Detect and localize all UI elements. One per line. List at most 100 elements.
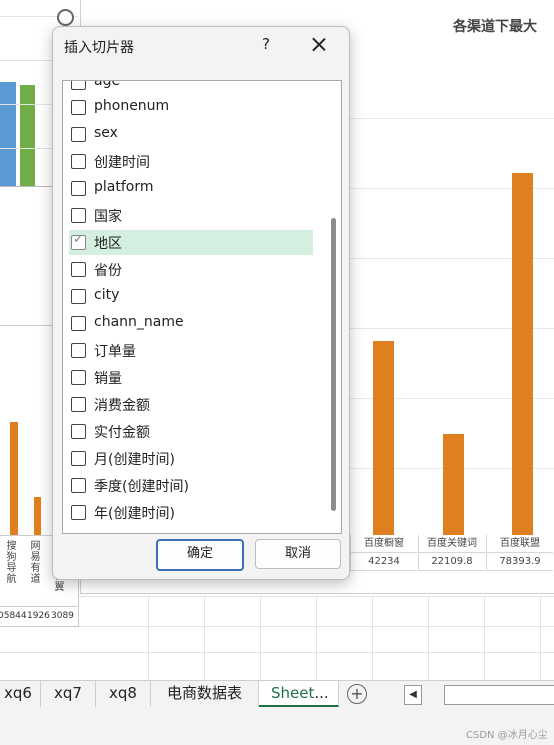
axis-label: 搜狗导航	[4, 540, 15, 584]
cancel-button[interactable]: 取消	[255, 539, 341, 569]
tab-xq7[interactable]: xq7	[41, 681, 96, 707]
checkbox[interactable]	[71, 505, 86, 520]
checkbox[interactable]	[71, 397, 86, 412]
field-item-created-time[interactable]: 创建时间	[69, 149, 313, 174]
checkbox[interactable]	[71, 451, 86, 466]
tab-xq8[interactable]: xq8	[96, 681, 151, 707]
field-item-year[interactable]: 年(创建时间)	[69, 500, 313, 525]
field-item-platform[interactable]: platform	[69, 176, 313, 201]
field-label: 订单量	[94, 344, 136, 360]
chart-bar	[0, 82, 16, 186]
field-label: 创建时间	[94, 155, 150, 171]
field-label: 实付金额	[94, 425, 150, 441]
grid-line	[372, 596, 373, 680]
field-item-sex[interactable]: sex	[69, 122, 313, 147]
tab-ecommerce-data[interactable]: 电商数据表	[151, 681, 259, 707]
checkbox[interactable]	[71, 370, 86, 385]
grid-line	[0, 626, 554, 627]
field-item-city[interactable]: city	[69, 284, 313, 309]
checkbox[interactable]	[71, 208, 86, 223]
axis-label: 网易有道	[28, 540, 39, 584]
field-label: 年(创建时间)	[94, 506, 175, 522]
grid-line	[350, 118, 554, 119]
field-label: 省份	[94, 263, 122, 279]
data-value: 42234	[350, 553, 417, 571]
chart-bar	[34, 497, 41, 535]
field-item-region[interactable]: 地区	[69, 230, 313, 255]
grid-line	[260, 596, 261, 680]
data-value: 78393.9	[486, 553, 553, 571]
checkbox[interactable]	[71, 181, 86, 196]
close-icon[interactable]	[307, 33, 331, 57]
table-line	[0, 606, 78, 607]
field-item-spend-amount[interactable]: 消费金额	[69, 392, 313, 417]
data-value: 3089	[51, 611, 74, 621]
chart-bar	[10, 422, 18, 535]
list-scrollbar[interactable]	[328, 83, 339, 529]
category-label: 百度关键词	[418, 535, 485, 553]
field-item-order-count[interactable]: 订单量	[69, 338, 313, 363]
field-label: 国家	[94, 209, 122, 225]
add-sheet-icon[interactable]: +	[347, 684, 367, 704]
field-label: platform	[94, 179, 154, 195]
field-item-paid-amount[interactable]: 实付金额	[69, 419, 313, 444]
field-label: chann_name	[94, 314, 184, 330]
grid-line	[0, 652, 554, 653]
insert-slicer-dialog: 插入切片器 ? age phonenum sex 创建时间 platform 国…	[52, 26, 350, 580]
field-label: 月(创建时间)	[94, 452, 175, 468]
checkbox[interactable]	[71, 424, 86, 439]
checkbox[interactable]	[71, 478, 86, 493]
field-label: city	[94, 287, 120, 303]
checkbox[interactable]	[71, 262, 86, 277]
category-label: 百度橱窗	[350, 535, 417, 553]
field-item-country[interactable]: 国家	[69, 203, 313, 228]
field-item-phonenum[interactable]: phonenum	[69, 95, 313, 120]
chart-resize-handle[interactable]	[57, 9, 74, 26]
checkbox-checked[interactable]	[71, 232, 86, 250]
field-item-month[interactable]: 月(创建时间)	[69, 446, 313, 471]
chart-bar-2	[512, 173, 533, 535]
chart-data-table: 百度橱窗 百度关键词 百度联盟 42234 22109.8 78393.9	[350, 535, 554, 571]
scrollbar-thumb[interactable]	[331, 218, 336, 511]
scroll-left-icon[interactable]: ◀	[404, 685, 422, 705]
checkbox[interactable]	[71, 100, 86, 115]
horizontal-scrollbar[interactable]	[444, 685, 554, 705]
tab-xq6[interactable]: xq6	[0, 681, 41, 707]
field-label: age	[94, 80, 121, 89]
grid-line	[204, 596, 205, 680]
chart-bar	[20, 85, 35, 186]
grid-line	[316, 596, 317, 680]
checkbox[interactable]	[71, 127, 86, 142]
tab-label: Sheet	[271, 684, 315, 702]
checkbox[interactable]	[71, 154, 86, 169]
grid-line	[428, 596, 429, 680]
checkbox[interactable]	[71, 81, 86, 90]
chart-bar-0	[373, 341, 394, 535]
grid-line	[148, 596, 149, 680]
field-label: 消费金额	[94, 398, 150, 414]
grid-line	[540, 596, 541, 680]
tab-sheet-active[interactable]: Sheet...	[259, 681, 339, 707]
data-value: 5844	[3, 611, 27, 621]
field-item-sales[interactable]: 销量	[69, 365, 313, 390]
field-label: phonenum	[94, 98, 170, 114]
chart-title: 各渠道下最大	[453, 19, 537, 35]
data-value: 1926	[27, 611, 50, 621]
sheet-tab-bar: xq6 xq7 xq8 电商数据表 Sheet... + ◀	[0, 680, 554, 709]
grid-line	[484, 596, 485, 680]
checkbox[interactable]	[71, 316, 86, 331]
watermark: CSDN @冰月心尘	[466, 730, 548, 741]
category-label: 百度联盟	[486, 535, 553, 553]
field-label: 季度(创建时间)	[94, 479, 189, 495]
field-label: 销量	[94, 371, 122, 387]
field-item-chann-name[interactable]: chann_name	[69, 311, 313, 336]
checkbox[interactable]	[71, 289, 86, 304]
field-item-province[interactable]: 省份	[69, 257, 313, 282]
field-item-age[interactable]: age	[69, 80, 313, 95]
checkbox[interactable]	[71, 343, 86, 358]
help-button[interactable]: ?	[256, 35, 276, 53]
field-list[interactable]: age phonenum sex 创建时间 platform 国家 地区 省份	[62, 80, 342, 534]
field-item-quarter[interactable]: 季度(创建时间)	[69, 473, 313, 498]
ok-button[interactable]: 确定	[156, 539, 244, 571]
field-label: sex	[94, 125, 118, 141]
